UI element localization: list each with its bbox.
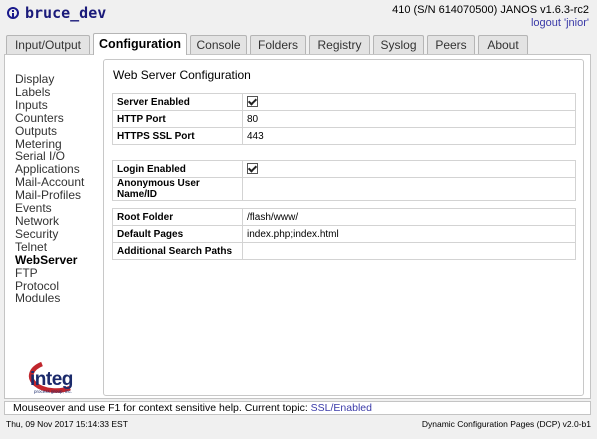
table-row: Root Folder /flash/www/ xyxy=(112,208,576,226)
https-ssl-port-label: HTTPS SSL Port xyxy=(112,127,243,145)
help-text: Mouseover and use F1 for context sensiti… xyxy=(13,402,311,414)
table-row: HTTP Port 80 xyxy=(112,110,576,128)
tab-syslog[interactable]: Syslog xyxy=(373,35,424,54)
tab-about[interactable]: About xyxy=(478,35,528,54)
sidebar-item-security[interactable]: Security xyxy=(15,227,105,241)
login-enabled-cell xyxy=(242,160,576,178)
sidebar-item-outputs[interactable]: Outputs xyxy=(15,124,105,138)
logo-subtext: process group, inc. xyxy=(34,389,72,394)
logo-text: integ xyxy=(30,369,73,390)
integ-logo: integ process group, inc. xyxy=(28,361,73,394)
table-row: Login Enabled xyxy=(112,160,576,178)
sidebar-item-modules[interactable]: Modules xyxy=(15,292,105,305)
login-enabled-label: Login Enabled xyxy=(112,160,243,178)
app-title: bruce_dev xyxy=(25,4,107,22)
server-settings-table: Server Enabled HTTP Port 80 HTTPS SSL Po… xyxy=(112,93,576,145)
tab-peers[interactable]: Peers xyxy=(427,35,475,54)
anonymous-user-field[interactable] xyxy=(242,177,576,201)
version-info: 410 (S/N 614070500) JANOS v1.6.3-rc2 xyxy=(392,4,589,16)
https-ssl-port-field[interactable]: 443 xyxy=(242,127,576,145)
help-bar: Mouseover and use F1 for context sensiti… xyxy=(4,401,591,415)
table-row: HTTPS SSL Port 443 xyxy=(112,127,576,145)
default-pages-field[interactable]: index.php;index.html xyxy=(242,225,576,243)
root-folder-label: Root Folder xyxy=(112,208,243,226)
panel-title: Web Server Configuration xyxy=(113,68,251,82)
dcp-version: Dynamic Configuration Pages (DCP) v2.0-b… xyxy=(421,419,591,429)
login-settings-table: Login Enabled Anonymous User Name/ID xyxy=(112,160,576,201)
info-logo-icon xyxy=(7,7,19,19)
sidebar-item-telnet[interactable]: Telnet xyxy=(15,240,105,254)
path-settings-table: Root Folder /flash/www/ Default Pages in… xyxy=(112,208,576,260)
tab-input-output[interactable]: Input/Output xyxy=(6,35,90,54)
server-enabled-checkbox[interactable] xyxy=(247,96,258,108)
server-enabled-label: Server Enabled xyxy=(112,93,243,111)
table-row: Server Enabled xyxy=(112,93,576,111)
default-pages-label: Default Pages xyxy=(112,225,243,243)
sidebar-item-webserver[interactable]: WebServer xyxy=(15,253,105,267)
root-folder-field[interactable]: /flash/www/ xyxy=(242,208,576,226)
server-enabled-cell xyxy=(242,93,576,111)
additional-search-paths-field[interactable] xyxy=(242,242,576,260)
additional-search-paths-label: Additional Search Paths xyxy=(112,242,243,260)
table-row: Anonymous User Name/ID xyxy=(112,177,576,201)
http-port-field[interactable]: 80 xyxy=(242,110,576,128)
login-enabled-checkbox[interactable] xyxy=(247,163,258,175)
anonymous-user-label: Anonymous User Name/ID xyxy=(112,177,243,201)
http-port-label: HTTP Port xyxy=(112,110,243,128)
tab-configuration[interactable]: Configuration xyxy=(93,33,187,55)
sidebar-item-network[interactable]: Network xyxy=(15,215,105,228)
sidebar-item-ftp[interactable]: FTP xyxy=(15,266,105,280)
table-row: Additional Search Paths xyxy=(112,242,576,260)
tab-registry[interactable]: Registry xyxy=(309,35,370,54)
sidebar-item-counters[interactable]: Counters xyxy=(15,111,105,125)
logout-link[interactable]: logout 'jnior' xyxy=(531,17,589,29)
datetime: Thu, 09 Nov 2017 15:14:33 EST xyxy=(6,419,128,429)
sidebar-item-inputs[interactable]: Inputs xyxy=(15,98,105,112)
sidebar-nav: Display Labels Inputs Counters Outputs M… xyxy=(15,73,105,305)
sidebar-item-display[interactable]: Display xyxy=(15,73,105,86)
help-topic-link[interactable]: SSL/Enabled xyxy=(311,402,372,414)
sidebar-item-labels[interactable]: Labels xyxy=(15,86,105,99)
table-row: Default Pages index.php;index.html xyxy=(112,225,576,243)
tab-folders[interactable]: Folders xyxy=(250,35,306,54)
tab-console[interactable]: Console xyxy=(190,35,247,54)
